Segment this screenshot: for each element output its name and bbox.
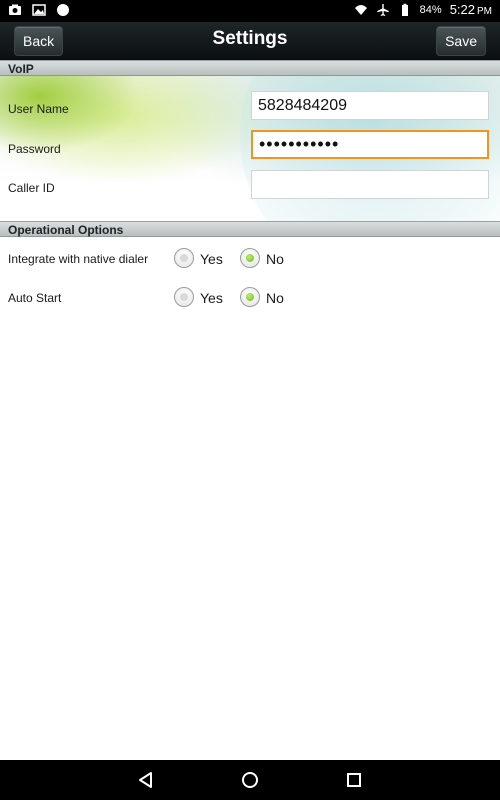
save-button[interactable]: Save	[436, 26, 486, 56]
navigation-bar	[0, 760, 500, 800]
integrate-dialer-no-label[interactable]: No	[266, 251, 284, 267]
auto-start-yes-label[interactable]: Yes	[200, 290, 223, 306]
integrate-dialer-yes-radio[interactable]	[174, 248, 194, 268]
page-title: Settings	[212, 28, 288, 49]
auto-start-no-radio[interactable]	[240, 287, 260, 307]
operational-options-header: Operational Options	[0, 221, 500, 237]
wifi-icon	[354, 4, 367, 15]
battery-icon	[401, 3, 408, 16]
circle-icon	[57, 4, 69, 16]
recents-square-icon[interactable]	[344, 770, 364, 790]
user-name-field[interactable]	[251, 91, 489, 120]
back-triangle-icon[interactable]	[136, 770, 156, 790]
auto-start-label: Auto Start	[8, 291, 62, 305]
user-name-label: User Name	[8, 102, 69, 116]
airplane-icon	[376, 3, 389, 16]
integrate-dialer-yes-label[interactable]: Yes	[200, 251, 223, 267]
title-bar: Back Settings Save	[0, 22, 500, 60]
voip-section-header: VoIP	[0, 60, 500, 76]
image-icon	[32, 4, 46, 16]
auto-start-no-label[interactable]: No	[266, 290, 284, 306]
integrate-dialer-label: Integrate with native dialer	[8, 252, 149, 266]
password-label: Password	[8, 142, 61, 156]
auto-start-yes-radio[interactable]	[174, 287, 194, 307]
caller-id-label: Caller ID	[8, 181, 55, 195]
voip-panel: User Name Password ••••••••••• Caller ID	[0, 76, 500, 221]
integrate-dialer-no-radio[interactable]	[240, 248, 260, 268]
status-bar: 84% 5:22 PM	[0, 0, 500, 22]
password-field[interactable]: •••••••••••	[251, 130, 489, 159]
home-circle-icon[interactable]	[240, 770, 260, 790]
camera-icon	[9, 4, 21, 15]
caller-id-field[interactable]	[251, 170, 489, 199]
clock: 5:22 PM	[449, 2, 492, 17]
battery-percent: 84%	[419, 3, 442, 16]
